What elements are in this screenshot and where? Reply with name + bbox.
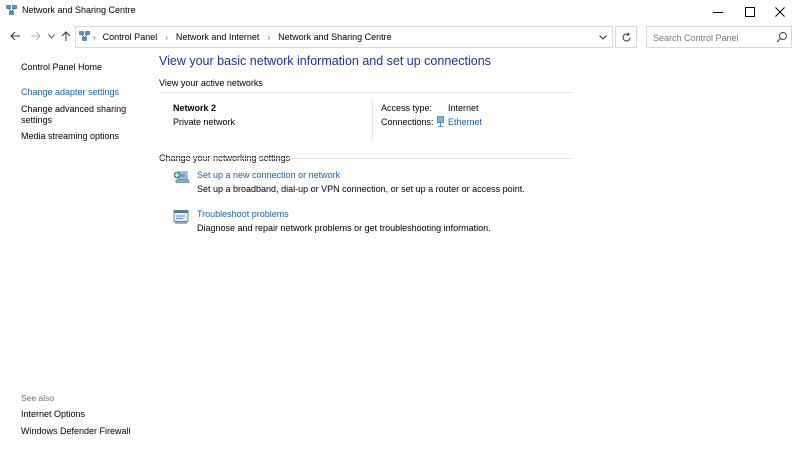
network-category-link[interactable]: Private network bbox=[173, 117, 235, 127]
network-centre-icon bbox=[6, 5, 17, 15]
breadcrumb-control-panel[interactable]: Control Panel bbox=[103, 32, 158, 42]
search-box[interactable] bbox=[646, 26, 792, 48]
set-up-new-connection-description: Set up a broadband, dial-up or VPN conne… bbox=[197, 184, 525, 194]
search-icon[interactable] bbox=[776, 31, 788, 43]
forward-button[interactable] bbox=[28, 29, 42, 43]
change-advanced-sharing-settings-link[interactable]: Change advanced sharing bbox=[21, 104, 126, 115]
control-panel-location-icon bbox=[79, 31, 90, 41]
connections-label: Connections: bbox=[381, 117, 434, 127]
refresh-icon bbox=[622, 32, 630, 41]
refresh-button[interactable] bbox=[615, 26, 637, 48]
active-networks-divider bbox=[159, 92, 573, 93]
window-title: Network and Sharing Centre bbox=[22, 5, 136, 15]
maximize-icon bbox=[745, 6, 755, 17]
up-button[interactable] bbox=[59, 29, 73, 43]
address-bar[interactable]: › Control Panel › Network and Internet ›… bbox=[75, 26, 613, 48]
search-input[interactable] bbox=[653, 31, 773, 44]
change-adapter-settings-link[interactable]: Change adapter settings bbox=[21, 87, 119, 98]
ethernet-connection-link[interactable]: Ethernet bbox=[448, 117, 482, 127]
breadcrumb-separator-icon[interactable]: › bbox=[267, 33, 270, 42]
up-arrow-icon bbox=[61, 30, 71, 41]
title-bar: Network and Sharing Centre bbox=[0, 0, 800, 23]
network-info-divider bbox=[372, 100, 373, 140]
troubleshoot-icon bbox=[173, 210, 189, 224]
navigation-bar: › Control Panel › Network and Internet ›… bbox=[0, 23, 800, 50]
ethernet-icon bbox=[437, 116, 444, 127]
forward-arrow-icon bbox=[30, 31, 41, 41]
network-setup-icon bbox=[173, 171, 190, 183]
chevron-down-icon bbox=[47, 33, 55, 39]
address-dropdown-button[interactable] bbox=[596, 30, 610, 44]
active-networks-label: View your active networks bbox=[159, 78, 263, 88]
set-up-new-connection-link[interactable]: Set up a new connection or network bbox=[197, 170, 340, 180]
internet-options-link[interactable]: Internet Options bbox=[21, 409, 85, 420]
change-advanced-sharing-settings-link-line2[interactable]: settings bbox=[21, 115, 52, 126]
breadcrumb-separator-icon[interactable]: › bbox=[165, 33, 168, 42]
left-navigation-pane: Control Panel Home Change adapter settin… bbox=[0, 50, 150, 451]
breadcrumb-network-and-internet[interactable]: Network and Internet bbox=[176, 32, 260, 42]
close-icon bbox=[775, 6, 785, 17]
breadcrumb-separator-icon[interactable]: › bbox=[93, 33, 96, 42]
minimize-icon bbox=[713, 11, 723, 13]
back-arrow-icon bbox=[9, 31, 20, 41]
troubleshoot-problems-link[interactable]: Troubleshoot problems bbox=[197, 209, 289, 219]
page-title: View your basic network information and … bbox=[159, 54, 491, 68]
windows-defender-firewall-link[interactable]: Windows Defender Firewall bbox=[21, 426, 131, 437]
chevron-down-icon bbox=[599, 34, 607, 40]
access-type-label: Access type: bbox=[381, 103, 433, 113]
network-name: Network 2 bbox=[173, 103, 217, 113]
breadcrumb: › Control Panel › Network and Internet ›… bbox=[93, 32, 392, 42]
access-type-value: Internet bbox=[448, 103, 479, 113]
control-panel-home-link[interactable]: Control Panel Home bbox=[21, 62, 102, 73]
close-button[interactable] bbox=[758, 0, 800, 23]
change-settings-divider bbox=[159, 158, 573, 159]
see-also-label: See also bbox=[21, 393, 55, 403]
back-button[interactable] bbox=[8, 29, 22, 43]
recent-locations-button[interactable] bbox=[44, 29, 58, 43]
troubleshoot-problems-description: Diagnose and repair network problems or … bbox=[197, 223, 491, 233]
breadcrumb-network-and-sharing-centre[interactable]: Network and Sharing Centre bbox=[278, 32, 392, 42]
media-streaming-options-link[interactable]: Media streaming options bbox=[21, 131, 119, 142]
